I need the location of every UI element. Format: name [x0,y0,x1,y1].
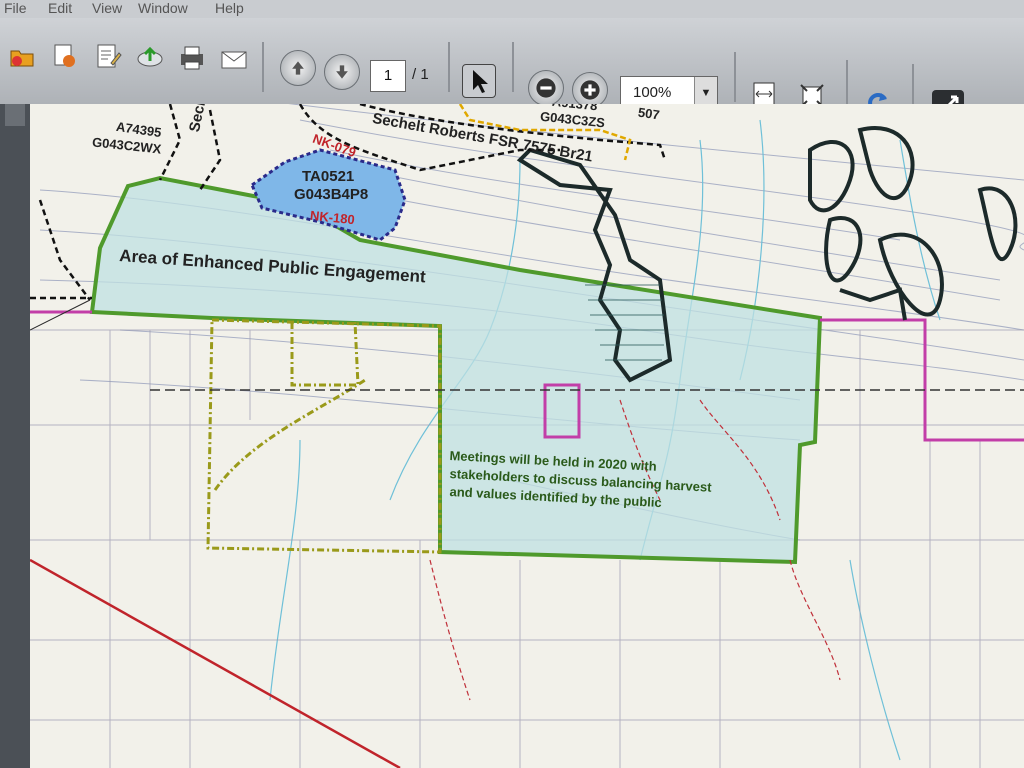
email-icon[interactable] [218,44,250,76]
label-ta0521: TA0521 [302,168,355,185]
toolbar-separator [448,42,450,92]
export-icon[interactable] [48,40,80,72]
map-canvas[interactable]: A74395 G043C2WX Sechelt Ro NK-079 TA0521… [30,104,1024,768]
toolbar-separator [846,60,848,110]
menu-help[interactable]: Help [215,0,244,16]
menu-bar: File Edit View Window Help [0,0,1024,18]
zoom-in-icon[interactable] [572,72,608,108]
red-road [30,558,401,768]
page-total: / 1 [412,66,429,83]
print-icon[interactable] [176,42,208,74]
menu-edit[interactable]: Edit [48,0,72,16]
upload-icon[interactable] [134,40,166,72]
label-g043b4p8: G043B4P8 [294,186,369,203]
olive-dash-boundary [206,318,442,554]
edit-icon[interactable] [92,40,124,72]
toolbar: 1 / 1 100% ▼ [0,18,1024,122]
toolbar-separator [734,52,736,102]
next-page-icon[interactable] [324,54,360,90]
open-icon[interactable] [6,40,38,72]
engagement-area [89,175,823,565]
zoom-value: 100% [633,84,672,101]
label-507: 507 [637,104,661,123]
toolbar-separator [512,42,514,92]
map-drawing [30,104,1024,768]
prev-page-icon[interactable] [280,50,316,86]
menu-view[interactable]: View [92,0,122,16]
zoom-out-icon[interactable] [528,70,564,106]
menu-file[interactable]: File [4,0,27,16]
pages-panel-icon[interactable] [5,104,25,126]
select-cursor-icon[interactable] [462,64,496,98]
left-navigation-panel [0,104,30,768]
page-number-input[interactable]: 1 [370,60,406,92]
toolbar-separator [262,42,264,92]
menu-window[interactable]: Window [138,0,188,16]
